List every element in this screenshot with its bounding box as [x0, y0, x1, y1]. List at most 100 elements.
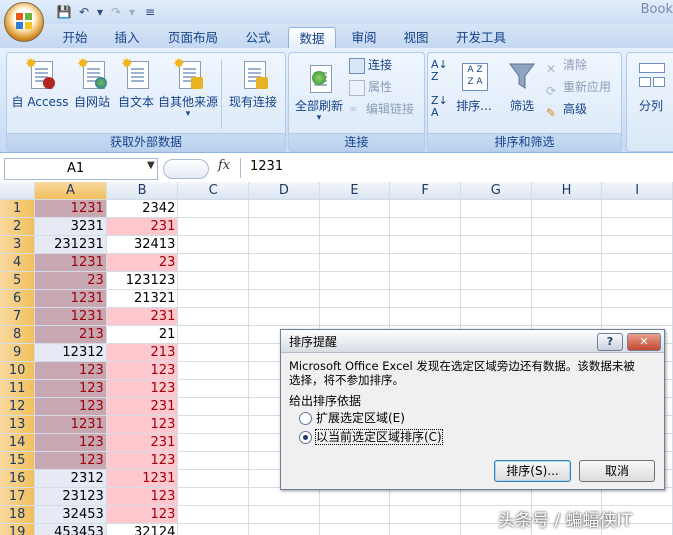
- cell-empty[interactable]: [177, 415, 250, 434]
- cell-empty[interactable]: [319, 487, 391, 506]
- undo-icon[interactable]: ↶: [76, 4, 92, 20]
- cell-a[interactable]: 231231: [34, 235, 107, 254]
- cell-b[interactable]: 231: [106, 433, 179, 452]
- cell-a[interactable]: 12312: [34, 343, 107, 362]
- cell-empty[interactable]: [460, 199, 532, 218]
- sort-descending-button[interactable]: Z↓ A: [431, 95, 448, 119]
- cell-b[interactable]: 2342: [106, 199, 179, 218]
- cancel-button[interactable]: 取消: [579, 460, 655, 482]
- column-header-i[interactable]: I: [601, 182, 673, 200]
- cell-empty[interactable]: [601, 199, 673, 218]
- cell-b[interactable]: 32124: [106, 523, 179, 535]
- column-header-a[interactable]: A: [34, 182, 107, 200]
- cell-b[interactable]: 123: [106, 487, 179, 506]
- cell-empty[interactable]: [248, 307, 320, 326]
- cell-empty[interactable]: [460, 487, 532, 506]
- cell-empty[interactable]: [248, 199, 320, 218]
- cell-empty[interactable]: [248, 487, 320, 506]
- refresh-all-button[interactable]: 全部刷新 ▾: [291, 61, 347, 123]
- cell-empty[interactable]: [601, 235, 673, 254]
- cell-empty[interactable]: [601, 253, 673, 272]
- filter-button[interactable]: 筛选: [502, 61, 542, 114]
- row-header[interactable]: 11: [0, 379, 36, 398]
- cell-empty[interactable]: [177, 289, 250, 308]
- column-header-h[interactable]: H: [531, 182, 603, 200]
- cell-empty[interactable]: [177, 307, 250, 326]
- close-button[interactable]: ✕: [627, 333, 661, 351]
- properties-button[interactable]: 属性: [349, 77, 392, 97]
- cell-b[interactable]: 21: [106, 325, 179, 344]
- cell-a[interactable]: 32453: [34, 505, 107, 524]
- row-header[interactable]: 15: [0, 451, 36, 470]
- cell-empty[interactable]: [601, 487, 673, 506]
- row-header[interactable]: 7: [0, 307, 36, 326]
- cell-empty[interactable]: [601, 217, 673, 236]
- cell-empty[interactable]: [319, 199, 391, 218]
- name-box[interactable]: A1 ▼: [4, 158, 158, 180]
- cell-empty[interactable]: [531, 199, 603, 218]
- reapply-button[interactable]: ⟳ 重新应用: [546, 77, 611, 98]
- row-header[interactable]: 3: [0, 235, 36, 254]
- cell-a[interactable]: 3231: [34, 217, 107, 236]
- row-header[interactable]: 18: [0, 505, 36, 524]
- cell-empty[interactable]: [389, 235, 461, 254]
- cell-empty[interactable]: [389, 523, 461, 535]
- redo-icon[interactable]: ↷: [108, 4, 124, 20]
- from-text-button[interactable]: ✸ 自文本: [113, 57, 159, 110]
- select-all-corner[interactable]: [0, 182, 36, 200]
- cell-a[interactable]: 23123: [34, 487, 107, 506]
- column-header-b[interactable]: B: [106, 182, 179, 200]
- row-header[interactable]: 5: [0, 271, 36, 290]
- cell-empty[interactable]: [248, 217, 320, 236]
- cell-empty[interactable]: [177, 433, 250, 452]
- cell-a[interactable]: 2312: [34, 469, 107, 488]
- tab-home[interactable]: 开始: [53, 27, 97, 48]
- tab-developer[interactable]: 开发工具: [448, 27, 514, 48]
- cell-empty[interactable]: [601, 289, 673, 308]
- cell-a[interactable]: 123: [34, 433, 107, 452]
- cell-a[interactable]: 1231: [34, 307, 107, 326]
- cell-empty[interactable]: [248, 253, 320, 272]
- cell-b[interactable]: 123: [106, 361, 179, 380]
- cell-empty[interactable]: [460, 217, 532, 236]
- cell-empty[interactable]: [389, 199, 461, 218]
- cell-empty[interactable]: [319, 289, 391, 308]
- cell-b[interactable]: 1231: [106, 469, 179, 488]
- column-header-e[interactable]: E: [319, 182, 391, 200]
- cell-b[interactable]: 123: [106, 505, 179, 524]
- cell-empty[interactable]: [531, 289, 603, 308]
- cell-empty[interactable]: [601, 307, 673, 326]
- cell-empty[interactable]: [248, 289, 320, 308]
- dialog-title-bar[interactable]: 排序提醒 ? ✕: [281, 330, 664, 353]
- cell-empty[interactable]: [389, 505, 461, 524]
- insert-function-icon[interactable]: fx: [218, 158, 230, 173]
- cell-a[interactable]: 123: [34, 361, 107, 380]
- row-header[interactable]: 19: [0, 523, 36, 535]
- cell-empty[interactable]: [531, 235, 603, 254]
- cell-a[interactable]: 1231: [34, 415, 107, 434]
- expand-selection-option[interactable]: 扩展选定区域(E): [299, 409, 405, 427]
- cell-empty[interactable]: [531, 271, 603, 290]
- cell-a[interactable]: 1231: [34, 199, 107, 218]
- cell-empty[interactable]: [319, 505, 391, 524]
- formula-bar-splitter[interactable]: [163, 159, 209, 179]
- cell-empty[interactable]: [248, 505, 320, 524]
- cell-empty[interactable]: [177, 253, 250, 272]
- tab-insert[interactable]: 插入: [105, 27, 149, 48]
- sort-button[interactable]: A Z Z A 排序...: [452, 61, 496, 114]
- edit-links-button[interactable]: ∞ 编辑链接: [349, 99, 414, 119]
- cell-empty[interactable]: [177, 325, 250, 344]
- office-button[interactable]: [4, 2, 44, 42]
- cell-a[interactable]: 123: [34, 397, 107, 416]
- cell-empty[interactable]: [177, 361, 250, 380]
- cell-empty[interactable]: [177, 343, 250, 362]
- sort-ascending-button[interactable]: A↓ Z: [431, 59, 448, 83]
- column-header-g[interactable]: G: [460, 182, 532, 200]
- row-header[interactable]: 8: [0, 325, 36, 344]
- row-header[interactable]: 17: [0, 487, 36, 506]
- help-button[interactable]: ?: [597, 333, 623, 351]
- cell-a[interactable]: 23: [34, 271, 107, 290]
- cell-b[interactable]: 123: [106, 451, 179, 470]
- cell-empty[interactable]: [177, 451, 250, 470]
- tab-data[interactable]: 数据: [288, 27, 336, 49]
